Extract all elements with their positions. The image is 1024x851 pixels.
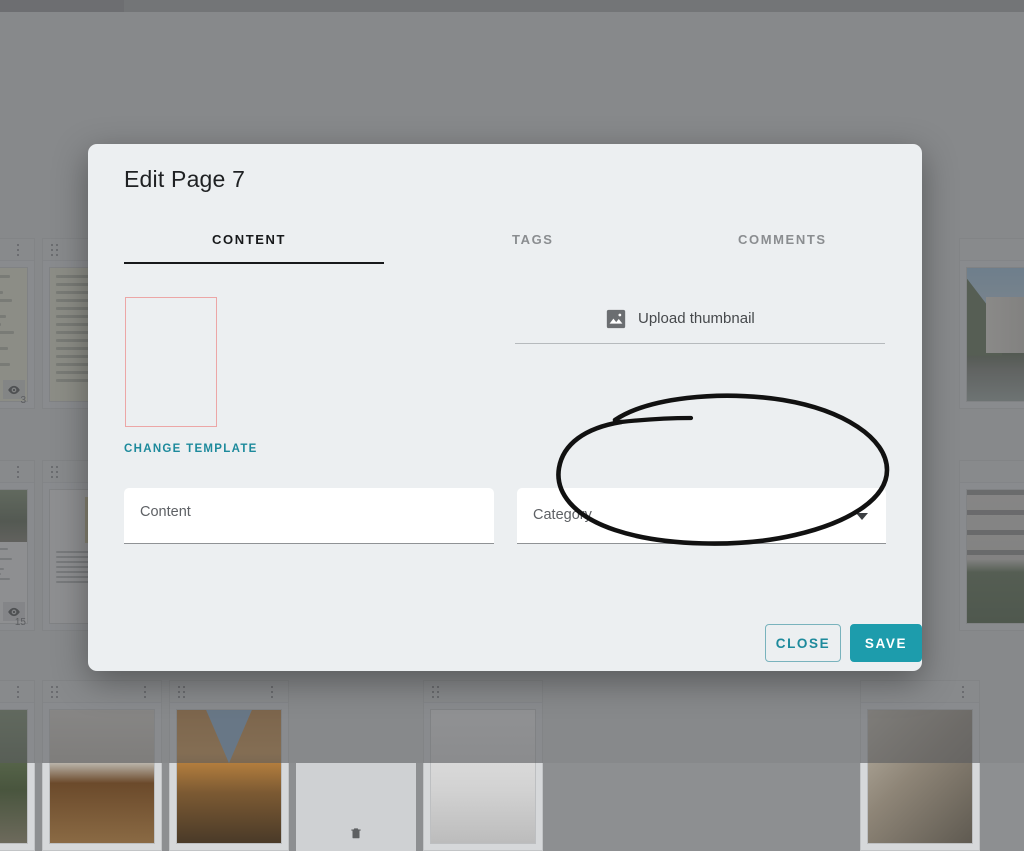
active-tab-indicator (124, 262, 384, 264)
dialog-tabs: CONTENT TAGS COMMENTS (124, 232, 886, 268)
upload-thumbnail-label: Upload thumbnail (638, 310, 755, 327)
tab-tags[interactable]: TAGS (512, 232, 554, 247)
close-button[interactable]: CLOSE (765, 624, 841, 662)
chevron-down-icon[interactable] (856, 513, 868, 520)
tab-comments[interactable]: COMMENTS (738, 232, 827, 247)
dialog-title: Edit Page 7 (124, 166, 245, 193)
content-input[interactable]: Content (124, 488, 494, 544)
category-select-label: Category (533, 507, 592, 523)
content-input-label: Content (140, 504, 191, 520)
category-select[interactable]: Category (517, 488, 886, 544)
save-button[interactable]: SAVE (850, 624, 922, 662)
tab-content[interactable]: CONTENT (212, 232, 286, 247)
trash-icon[interactable] (349, 826, 363, 840)
change-template-link[interactable]: CHANGE TEMPLATE (124, 443, 258, 455)
template-preview-box[interactable] (125, 297, 217, 427)
image-icon (605, 308, 627, 330)
edit-page-dialog: Edit Page 7 CONTENT TAGS COMMENTS CHANGE… (88, 144, 922, 671)
upload-thumbnail-field[interactable]: Upload thumbnail (515, 302, 885, 344)
